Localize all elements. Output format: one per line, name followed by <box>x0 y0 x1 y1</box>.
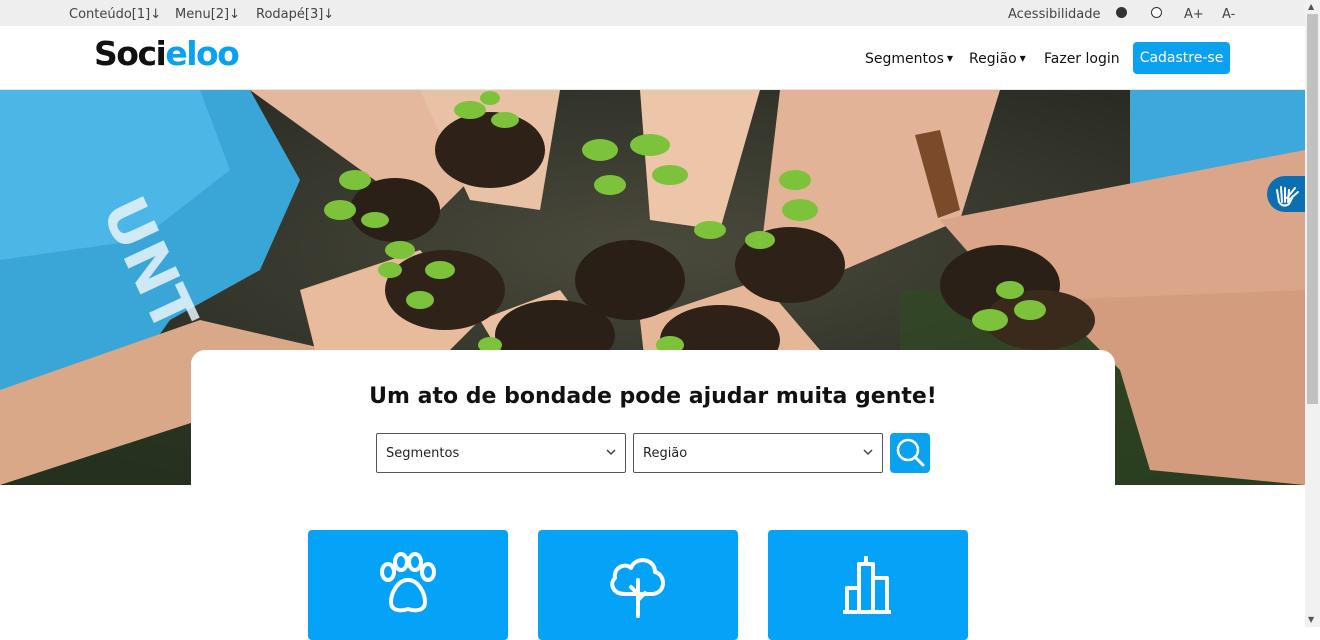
font-increase-button[interactable]: A+ <box>1184 7 1204 22</box>
chevron-down-icon <box>863 449 873 456</box>
normal-contrast-toggle[interactable] <box>1151 7 1162 18</box>
category-environment-tile[interactable] <box>538 530 738 640</box>
search-card: Um ato de bondade pode ajudar muita gent… <box>191 350 1115 485</box>
signup-button[interactable]: Cadastre-se <box>1133 42 1230 74</box>
scrollbar-thumb[interactable] <box>1307 14 1318 404</box>
hands-icon <box>1276 186 1299 207</box>
accessibility-bar: Conteúdo[1]↓ Menu[2]↓ Rodapé[3]↓ Acessib… <box>0 0 1305 26</box>
caret-down-icon: ▼ <box>946 54 954 63</box>
segments-select-value: Segmentos <box>386 446 460 461</box>
site-header: Socieloo Segmentos ▼ Região ▼ Fazer login … <box>0 26 1305 90</box>
chevron-down-icon <box>606 449 616 456</box>
logo-text-part2: eloo <box>165 34 240 73</box>
skip-to-footer-link[interactable]: Rodapé[3]↓ <box>256 7 334 22</box>
nav-segments-label: Segmentos <box>865 51 944 67</box>
search-icon <box>896 438 925 467</box>
nav-region-label: Região <box>969 51 1017 67</box>
sign-language-widget[interactable] <box>1267 176 1305 212</box>
search-button[interactable] <box>890 433 930 473</box>
buildings-icon <box>843 556 891 614</box>
skip-to-content-link[interactable]: Conteúdo[1]↓ <box>69 7 161 22</box>
tree-icon <box>610 558 665 618</box>
scroll-up-icon[interactable]: ▲ <box>1308 2 1314 11</box>
region-select[interactable]: Região <box>633 433 883 473</box>
page-scrollbar[interactable]: ▲ ▼ <box>1305 0 1320 627</box>
accessibility-link[interactable]: Acessibilidade <box>1008 7 1101 22</box>
skip-to-menu-link[interactable]: Menu[2]↓ <box>175 7 240 22</box>
scroll-down-icon[interactable]: ▼ <box>1308 615 1314 624</box>
paw-icon <box>380 552 436 613</box>
high-contrast-toggle[interactable] <box>1116 7 1127 18</box>
nav-segments-dropdown[interactable]: Segmentos ▼ <box>865 51 953 67</box>
region-select-value: Região <box>643 446 688 461</box>
category-social-tile[interactable] <box>768 530 968 640</box>
caret-down-icon: ▼ <box>1019 54 1026 63</box>
font-decrease-button[interactable]: A- <box>1222 7 1235 22</box>
hero-headline: Um ato de bondade pode ajudar muita gent… <box>369 384 937 409</box>
category-animals-tile[interactable] <box>308 530 508 640</box>
segments-select[interactable]: Segmentos <box>376 433 626 473</box>
logo-text-part1: Soci <box>94 34 167 73</box>
login-link[interactable]: Fazer login <box>1044 51 1120 67</box>
nav-region-dropdown[interactable]: Região ▼ <box>969 51 1026 67</box>
site-logo[interactable]: Socieloo <box>94 34 240 73</box>
